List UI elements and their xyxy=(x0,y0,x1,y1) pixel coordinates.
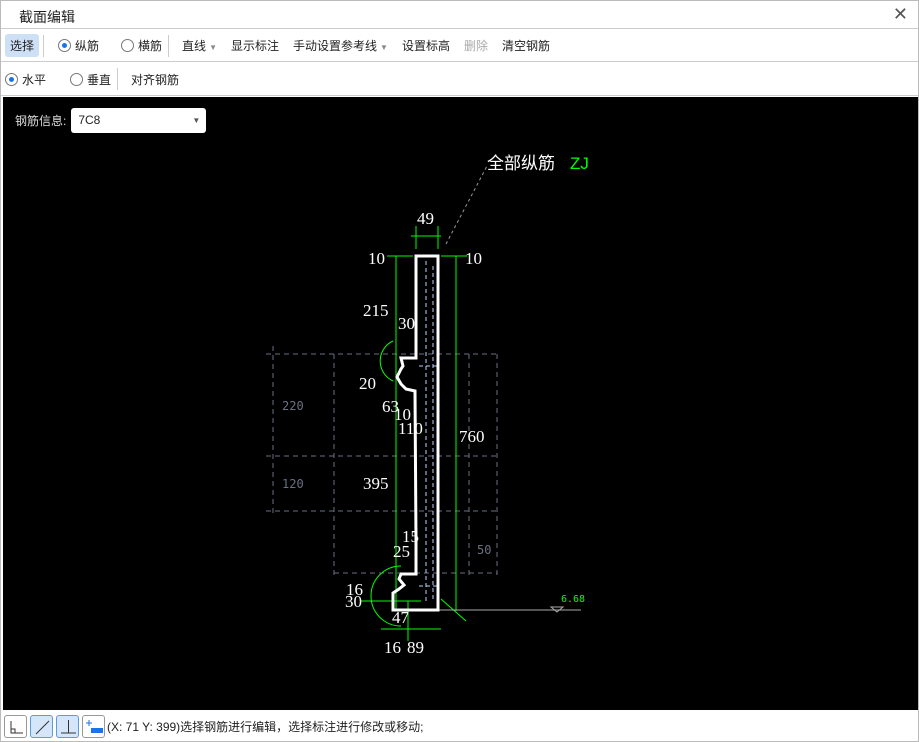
ref-220: 220 xyxy=(282,399,304,413)
radio-label: 垂直 xyxy=(87,72,112,87)
elevation-label[interactable]: 6.68 xyxy=(561,594,585,605)
callout-text[interactable]: 全部纵筋 xyxy=(487,154,555,173)
manual-ref-label: 手动设置参考线 xyxy=(293,39,378,53)
dim-10-right[interactable]: 10 xyxy=(465,249,482,268)
title-bar: 截面编辑 ✕ xyxy=(1,1,918,29)
close-icon[interactable]: ✕ xyxy=(893,4,908,25)
show-dims-button[interactable]: 显示标注 xyxy=(226,34,284,57)
radio-icon xyxy=(70,72,84,86)
divider xyxy=(43,34,45,57)
rebar-info-select[interactable]: 7C8 ▼ xyxy=(71,108,207,133)
align-rebar-button[interactable]: 对齐钢筋 xyxy=(126,68,184,91)
dim-25[interactable]: 25 xyxy=(393,542,410,561)
status-bar: (X: 71 Y: 399)选择钢筋进行编辑，选择标注进行修改或移动; xyxy=(1,711,918,741)
dim-30[interactable]: 30 xyxy=(398,314,415,333)
dim-30-bottom[interactable]: 30 xyxy=(345,592,362,611)
rebar-info-label: 钢筋信息: xyxy=(15,114,67,128)
clear-rebar-button[interactable]: 清空钢筋 xyxy=(497,34,555,57)
radio-icon xyxy=(58,39,72,52)
dim-110[interactable]: 110 xyxy=(398,419,423,438)
radio-icon xyxy=(121,39,135,52)
radio-label: 纵筋 xyxy=(75,39,100,53)
rebar-info-value: 7C8 xyxy=(78,113,101,127)
caret-down-icon: ▼ xyxy=(209,43,217,52)
radio-label: 横筋 xyxy=(138,39,163,53)
dim-49[interactable]: 49 xyxy=(417,209,434,228)
longitudinal-radio[interactable]: 纵筋 xyxy=(58,37,99,54)
caret-down-icon: ▼ xyxy=(380,43,388,52)
perpendicular-icon[interactable] xyxy=(56,714,79,738)
divider xyxy=(117,68,119,90)
horizontal-radio[interactable]: 水平 xyxy=(5,71,46,88)
line-dropdown[interactable]: 直线 ▼ xyxy=(177,34,222,57)
reference-grid xyxy=(266,346,498,579)
rebar-info: 钢筋信息: 7C8 ▼ xyxy=(15,108,207,133)
vertical-radio[interactable]: 垂直 xyxy=(70,71,111,88)
callout-leader xyxy=(445,165,488,245)
dim-20[interactable]: 20 xyxy=(359,374,376,393)
manual-ref-dropdown[interactable]: 手动设置参考线 ▼ xyxy=(288,34,393,57)
delete-button[interactable]: 删除 xyxy=(459,34,493,57)
callout-code[interactable]: ZJ xyxy=(570,154,589,173)
window-title: 截面编辑 xyxy=(19,9,75,25)
diagonal-line-icon[interactable] xyxy=(30,714,53,738)
toolbar-main: 选择 纵筋 横筋 直线 ▼ 显示标注 手动设置参考线 ▼ 设置标高 删除 清空钢筋 xyxy=(1,30,918,62)
dim-215[interactable]: 215 xyxy=(363,301,389,320)
ref-120: 120 xyxy=(282,477,304,491)
transverse-radio[interactable]: 横筋 xyxy=(121,37,162,54)
status-text: (X: 71 Y: 399)选择钢筋进行编辑，选择标注进行修改或移动; xyxy=(107,719,424,734)
select-button[interactable]: 选择 xyxy=(5,34,40,57)
dim-16-bottom[interactable]: 16 xyxy=(384,638,401,657)
line-label: 直线 xyxy=(182,39,207,53)
dim-47[interactable]: 47 xyxy=(392,608,410,627)
corner-snap-icon[interactable] xyxy=(4,714,27,738)
toolbar-align: 水平 垂直 对齐钢筋 xyxy=(1,63,918,96)
dim-89[interactable]: 89 xyxy=(407,638,424,657)
dim-395[interactable]: 395 xyxy=(363,474,389,493)
divider xyxy=(168,34,170,57)
ref-50: 50 xyxy=(477,543,491,557)
dim-760[interactable]: 760 xyxy=(459,427,485,446)
caret-down-icon: ▼ xyxy=(192,116,201,125)
section-edit-window: 截面编辑 ✕ 选择 纵筋 横筋 直线 ▼ 显示标注 手动设置参考线 ▼ 设置标高 删… xyxy=(0,0,919,742)
set-elevation-button[interactable]: 设置标高 xyxy=(397,34,455,57)
drawing-canvas[interactable]: 49 10 10 215 30 20 63 10 110 760 395 15 … xyxy=(3,97,918,710)
add-rebar-icon[interactable] xyxy=(82,714,105,738)
dim-10-left[interactable]: 10 xyxy=(368,249,385,268)
radio-label: 水平 xyxy=(22,72,47,87)
section-drawing[interactable]: 49 10 10 215 30 20 63 10 110 760 395 15 … xyxy=(3,97,918,710)
radio-icon xyxy=(5,72,18,86)
